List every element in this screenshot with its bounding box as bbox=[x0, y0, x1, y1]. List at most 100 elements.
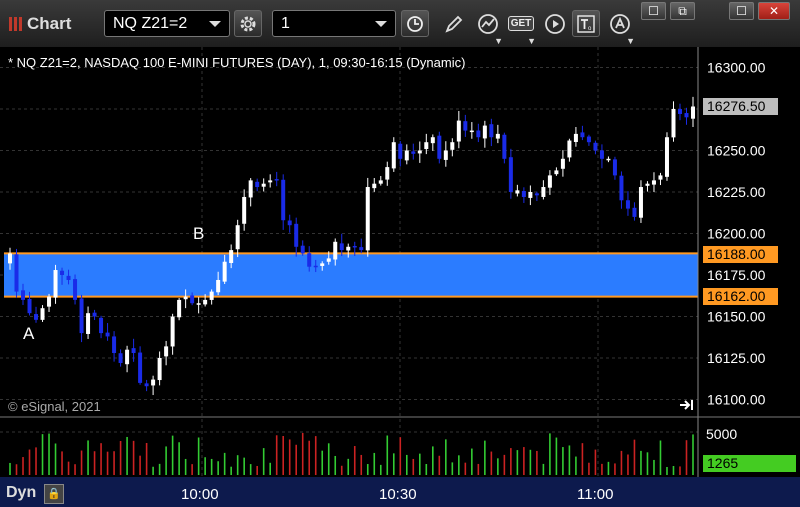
symbol-input[interactable]: NQ Z21=2 bbox=[104, 10, 230, 37]
candle-body bbox=[131, 348, 136, 354]
candle-body bbox=[391, 142, 396, 169]
copyright-label: © eSignal, 2021 bbox=[8, 399, 101, 414]
text-tool-button[interactable]: o bbox=[572, 10, 600, 37]
candle-body bbox=[521, 190, 526, 197]
candle-body bbox=[144, 383, 149, 387]
candle-body bbox=[534, 193, 539, 196]
candle-body bbox=[586, 136, 591, 143]
alerts-button[interactable]: ▼ bbox=[606, 10, 635, 46]
candle-body bbox=[502, 134, 507, 159]
window-title: Chart bbox=[9, 14, 71, 34]
candle-body bbox=[456, 120, 461, 142]
candle-body bbox=[274, 179, 279, 181]
candle-body bbox=[21, 290, 26, 300]
candle-body bbox=[27, 298, 32, 314]
price-tick-label: 16125.00 bbox=[707, 350, 766, 366]
candle-body bbox=[691, 106, 695, 119]
candle-body bbox=[79, 298, 84, 334]
dynamic-mode-label[interactable]: Dyn bbox=[6, 484, 36, 502]
chevron-down-icon[interactable] bbox=[209, 21, 221, 27]
candle-body bbox=[424, 142, 429, 150]
candle-body bbox=[573, 133, 578, 142]
alert-icon bbox=[610, 13, 630, 34]
symbol-settings-button[interactable] bbox=[234, 10, 262, 37]
candle-body bbox=[359, 247, 364, 251]
candle-body bbox=[190, 295, 195, 304]
price-tick-label: 16200.00 bbox=[707, 226, 766, 242]
studies-button[interactable]: ▼ bbox=[474, 10, 503, 46]
get-data-button[interactable]: GET ▼ bbox=[507, 10, 536, 46]
link-window-button[interactable]: ☐ bbox=[641, 2, 666, 20]
candle-body bbox=[313, 265, 318, 268]
candle-body bbox=[86, 313, 91, 334]
candle-body bbox=[411, 151, 416, 154]
clock-icon bbox=[407, 15, 423, 32]
candle-body bbox=[671, 109, 676, 138]
candle-body bbox=[216, 279, 221, 293]
candle-body bbox=[638, 187, 643, 218]
candle-body bbox=[580, 132, 585, 138]
chart-area[interactable]: * NQ Z21=2, NASDAQ 100 E-MINI FUTURES (D… bbox=[0, 47, 800, 507]
candle-body bbox=[53, 270, 58, 298]
candle-body bbox=[40, 308, 45, 320]
candle-body bbox=[593, 142, 598, 151]
candle-body bbox=[281, 179, 286, 221]
candle-body bbox=[235, 225, 240, 250]
candle-body bbox=[151, 379, 156, 386]
candle-body bbox=[482, 125, 487, 139]
svg-text:o: o bbox=[588, 26, 592, 32]
candle-body bbox=[242, 196, 247, 224]
candle-body bbox=[248, 180, 253, 198]
candle-body bbox=[73, 279, 78, 300]
candle-body bbox=[66, 275, 71, 280]
candle-body bbox=[352, 245, 357, 248]
price-tick-label: 16175.00 bbox=[707, 267, 766, 283]
restore-window-button[interactable]: ⧉ bbox=[670, 2, 695, 20]
candle-body bbox=[8, 253, 12, 264]
candle-body bbox=[463, 121, 468, 131]
gear-icon bbox=[240, 16, 256, 31]
candle-body bbox=[365, 187, 370, 251]
price-tick-label: 16150.00 bbox=[707, 309, 766, 325]
time-template-button[interactable] bbox=[401, 10, 429, 37]
candle-body bbox=[196, 303, 201, 305]
maximize-window-button[interactable]: ☐ bbox=[729, 2, 754, 20]
draw-tools-button[interactable] bbox=[440, 10, 468, 37]
get-icon: GET bbox=[507, 16, 535, 31]
annotation-b[interactable]: B bbox=[193, 224, 204, 243]
title-bar: Chart NQ Z21=2 1 ▼ GET ▼ o ▼ ☐ ⧉ ☐ ✕ bbox=[0, 0, 800, 48]
candle-body bbox=[222, 261, 227, 282]
interval-input[interactable]: 1 bbox=[272, 10, 396, 37]
text-icon: o bbox=[577, 14, 595, 33]
price-tick-label: 16225.00 bbox=[707, 184, 766, 200]
close-window-button[interactable]: ✕ bbox=[758, 2, 790, 20]
replay-button[interactable] bbox=[541, 10, 569, 37]
candle-body bbox=[515, 190, 520, 194]
candle-body bbox=[209, 291, 214, 300]
candle-body bbox=[469, 130, 474, 133]
annotation-a[interactable]: A bbox=[23, 324, 35, 343]
candle-body bbox=[203, 299, 208, 305]
play-icon bbox=[545, 13, 565, 34]
candle-body bbox=[14, 254, 19, 292]
candle-body bbox=[118, 353, 123, 363]
candle-body bbox=[333, 241, 338, 260]
candle-body bbox=[294, 223, 299, 247]
candle-body bbox=[385, 167, 390, 180]
candle-body bbox=[443, 150, 448, 160]
candle-body bbox=[164, 346, 169, 357]
band-low-value: 16162.00 bbox=[707, 288, 766, 304]
lock-icon[interactable]: 🔒 bbox=[44, 484, 64, 504]
candle-body bbox=[47, 296, 52, 307]
price-tick-label: 16100.00 bbox=[707, 392, 766, 408]
chart-logo-icon bbox=[9, 17, 23, 31]
chevron-down-icon[interactable] bbox=[375, 21, 387, 27]
candle-body bbox=[287, 220, 292, 226]
candle-body bbox=[560, 158, 565, 169]
price-band[interactable] bbox=[4, 253, 698, 297]
candle-body bbox=[684, 113, 689, 118]
pencil-icon bbox=[445, 15, 463, 33]
candle-body bbox=[645, 183, 650, 186]
candle-body bbox=[567, 140, 572, 158]
chart-title: * NQ Z21=2, NASDAQ 100 E-MINI FUTURES (D… bbox=[8, 55, 465, 70]
